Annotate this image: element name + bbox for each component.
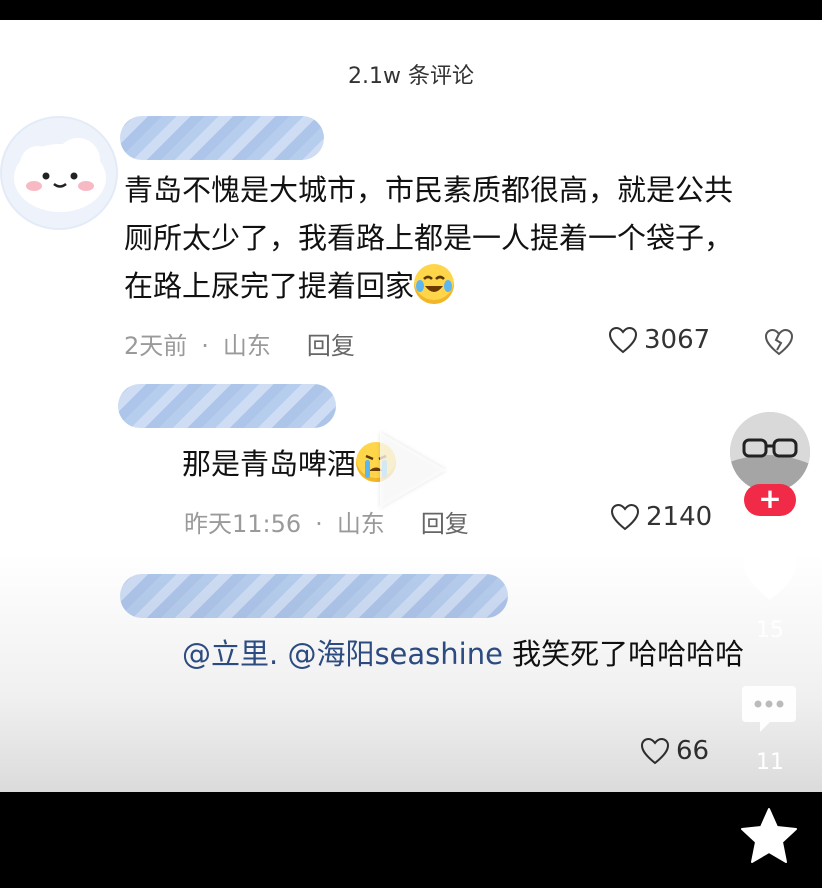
like-button[interactable]: 2140 [610, 502, 712, 532]
comment-bubble-icon[interactable] [740, 684, 798, 736]
bottom-bar [0, 792, 822, 888]
follow-plus-button[interactable]: + [744, 484, 796, 516]
cloud-face-icon [14, 138, 106, 212]
username-blurred[interactable] [120, 574, 508, 618]
comment-time: 2天前 [124, 332, 188, 360]
status-bar [0, 0, 822, 20]
reply-button[interactable]: 回复 [307, 332, 355, 360]
comment-time: 昨天11:56 [184, 510, 302, 538]
heart-outline-icon [608, 326, 638, 354]
plus-icon: + [758, 482, 782, 515]
author-avatar[interactable] [730, 412, 810, 492]
reply-button[interactable]: 回复 [421, 510, 469, 538]
mention-link[interactable]: @海阳seashine [287, 637, 503, 671]
like-count: 3067 [644, 325, 711, 355]
like-count: 66 [676, 736, 710, 766]
comment-line: 在路上尿完了提着回家 [124, 262, 804, 310]
heart-outline-icon [640, 737, 670, 765]
crying-laughing-emoji-icon [414, 264, 455, 304]
mention-link[interactable]: @立里. [182, 637, 278, 671]
star-icon[interactable] [738, 806, 800, 866]
avatar[interactable] [2, 118, 116, 228]
comment-line: 厕所太少了，我看路上都是一人提着一个袋子， [124, 221, 734, 255]
comment-location: 山东 [336, 510, 385, 538]
comment-text: 我笑死了哈哈哈哈 [502, 637, 745, 671]
comment-location: 山东 [222, 332, 271, 360]
comment-body-2: 那是青岛啤酒 [182, 440, 397, 488]
comment-line: 青岛不愧是大城市，市民素质都很高，就是公共 [124, 173, 734, 207]
comments-sheet: 2.1w 条评论 青岛不愧是大城市，市民素质都很高，就是公共 厕所太少了，我看路… [0, 20, 822, 792]
like-count: 2140 [646, 502, 713, 532]
heart-outline-icon [610, 503, 640, 531]
username-blurred[interactable] [120, 116, 324, 160]
right-action-rail: + 15 11 [730, 0, 810, 888]
separator-dot: · [201, 332, 209, 360]
play-icon[interactable] [380, 432, 446, 508]
like-button[interactable]: 66 [640, 736, 709, 766]
comment-count-title: 2.1w 条评论 [348, 64, 474, 89]
heart-icon[interactable] [740, 548, 800, 604]
comment-total-count: 11 [756, 750, 784, 775]
glasses-photo-icon [730, 412, 810, 492]
reply-text: 那是青岛啤酒 [182, 447, 357, 481]
like-total-count: 15 [756, 618, 784, 643]
username-blurred[interactable] [118, 384, 336, 428]
comment-meta-2: 昨天11:56 · 山东 回复 [184, 504, 469, 539]
like-button[interactable]: 3067 [608, 325, 710, 355]
comment-body-3: @立里. @海阳seashine 我笑死了哈哈哈哈 [182, 630, 744, 678]
comment-body-1: 青岛不愧是大城市，市民素质都很高，就是公共 厕所太少了，我看路上都是一人提着一个… [124, 166, 804, 310]
comment-meta-1: 2天前 · 山东 回复 [124, 326, 355, 361]
comment-line-text: 在路上尿完了提着回家 [124, 269, 415, 303]
separator-dot: · [315, 510, 323, 538]
